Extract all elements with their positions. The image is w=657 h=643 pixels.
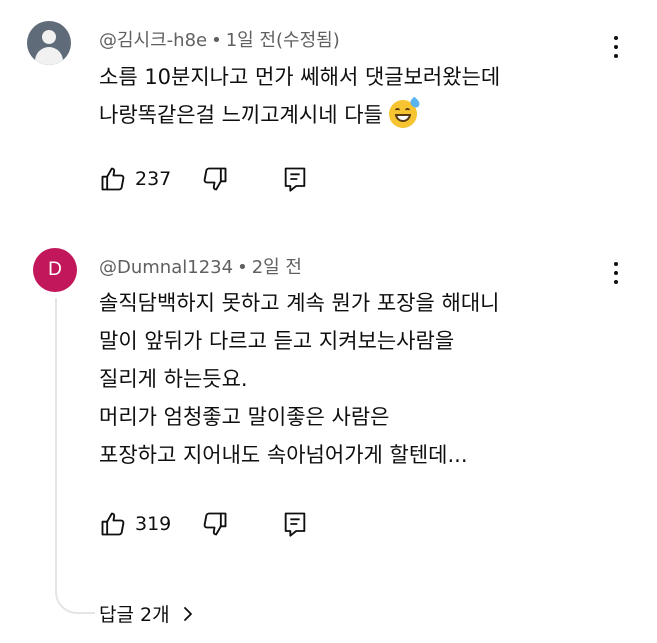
separator-dot: • [237, 257, 248, 278]
like-icon[interactable] [99, 510, 127, 538]
comment-actions: 319 [99, 509, 309, 539]
thread-connector-line [55, 298, 95, 614]
like-icon[interactable] [99, 165, 127, 193]
avatar[interactable] [27, 21, 71, 65]
comment-meta: @김시크-h8e • 1일 전(수정됨) [99, 26, 340, 52]
comment-actions: 237 [99, 164, 309, 194]
more-options-icon[interactable] [611, 36, 621, 62]
comment-text: 소름 10분지나고 먼가 쎄해서 댓글보러왔는데 나랑똑같은걸 느끼고계시네 다… [99, 65, 501, 128]
sweat-smile-emoji-icon [388, 96, 422, 128]
author-name[interactable]: @Dumnal1234 [99, 257, 233, 278]
like-count: 237 [135, 168, 172, 190]
reply-icon[interactable] [281, 165, 309, 193]
like-count: 319 [135, 513, 172, 535]
reply-icon[interactable] [281, 510, 309, 538]
comment-time: 1일 전(수정됨) [225, 30, 340, 51]
comment-time: 2일 전 [251, 257, 302, 278]
replies-label: 답글 2개 [99, 604, 170, 626]
author-name[interactable]: @김시크-h8e [99, 30, 207, 51]
view-replies-button[interactable]: 답글 2개 [99, 600, 196, 627]
chevron-right-icon [183, 606, 192, 621]
dislike-icon[interactable] [201, 165, 229, 193]
avatar[interactable]: D [33, 248, 77, 292]
comment-text: 솔직담백하지 못하고 계속 뭔가 포장을 해대니 말이 앞뒤가 다르고 듣고 지… [99, 291, 500, 467]
more-options-icon[interactable] [611, 262, 621, 288]
avatar-letter: D [48, 259, 62, 280]
comment-meta: @Dumnal1234 • 2일 전 [99, 253, 302, 279]
dislike-icon[interactable] [201, 510, 229, 538]
separator-dot: • [211, 30, 222, 51]
